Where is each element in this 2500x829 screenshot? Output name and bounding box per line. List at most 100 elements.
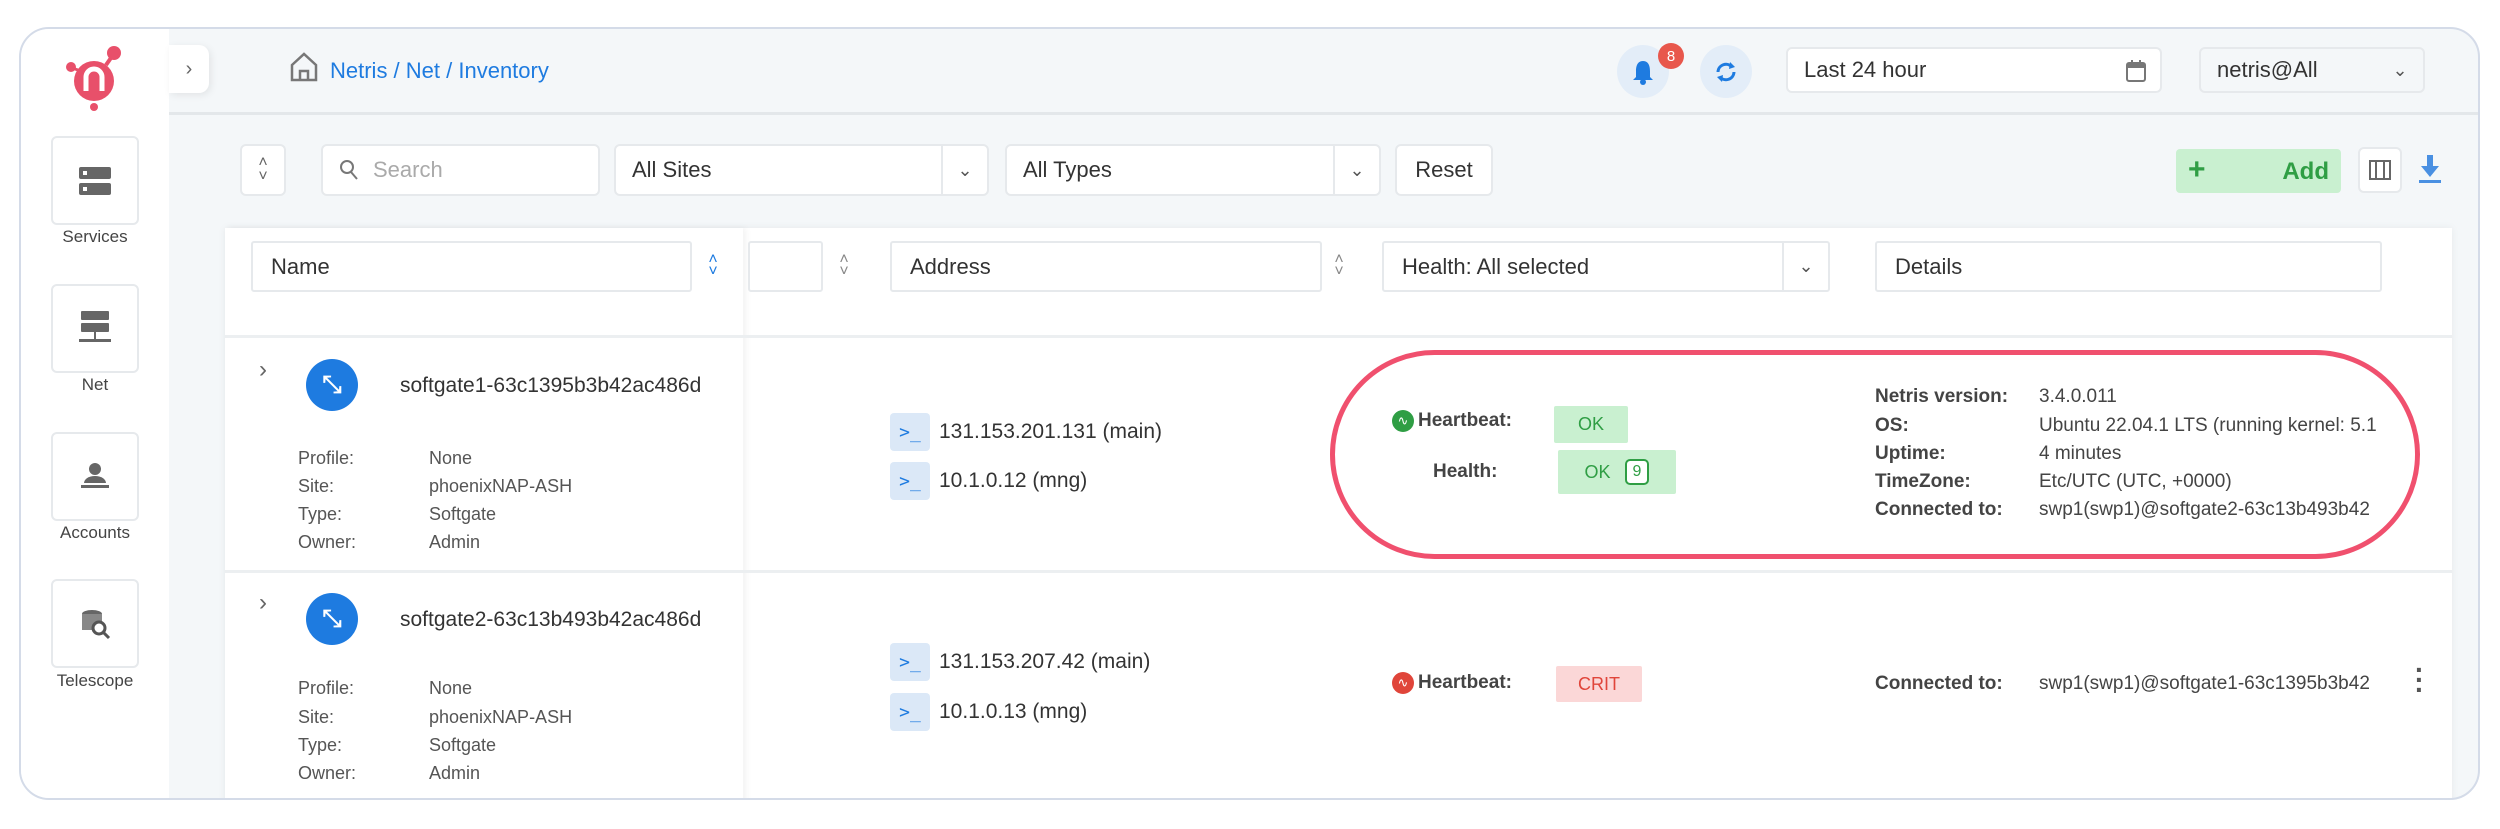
add-button[interactable]: + Add — [2176, 149, 2341, 193]
profile-label: Profile: — [298, 678, 355, 698]
notification-badge: 8 — [1658, 43, 1684, 69]
terminal-icon[interactable]: >_ — [890, 462, 930, 500]
sidebar-item-telescope[interactable] — [51, 579, 139, 668]
owner-value: Admin — [429, 532, 481, 552]
address-mng: 10.1.0.13 (mng) — [939, 700, 1088, 723]
download-icon[interactable] — [2418, 153, 2442, 190]
sidebar-item-services[interactable] — [51, 136, 139, 225]
profile-label: Profile: — [298, 448, 355, 468]
expand-row-chevron-icon[interactable]: › — [259, 589, 267, 617]
sidebar-item-net[interactable] — [51, 284, 139, 373]
sidebar-toggle-button[interactable]: › — [169, 45, 209, 93]
table-row: › ⤡ softgate2-63c13b493b42ac486d Profile… — [225, 573, 2452, 798]
inventory-table: Name ˄ ˅ ˄ ˅ Address ˄ ˅ Health: All select… — [225, 228, 2452, 798]
plus-icon: + — [2188, 153, 2206, 186]
sidebar-label-services: Services — [62, 227, 128, 246]
calendar-icon — [2126, 60, 2146, 82]
column-header-blank[interactable] — [748, 241, 823, 292]
site-label: Site: — [298, 707, 335, 727]
chevron-down-icon: ⌄ — [941, 146, 987, 194]
address-mng: 10.1.0.12 (mng) — [939, 469, 1088, 492]
terminal-icon[interactable]: >_ — [890, 693, 930, 731]
sidebar-label-telescope: Telescope — [56, 671, 134, 690]
chevron-down-icon: ⌄ — [1782, 243, 1828, 290]
tenant-select[interactable]: netris@All ⌄ — [2199, 47, 2425, 93]
app-window: Services Net Accounts Telescope › Netris… — [19, 27, 2480, 800]
sidebar-item-accounts[interactable] — [51, 432, 139, 521]
chevron-down-icon: ⌄ — [1333, 146, 1379, 194]
health-filter-select[interactable]: Health: All selected ⌄ — [1382, 241, 1830, 292]
types-filter-value: All Types — [1023, 157, 1112, 182]
refresh-button[interactable] — [1700, 45, 1752, 98]
top-header: › Netris / Net / Inventory 8 Last 24 hou… — [169, 29, 2478, 115]
heartbeat-crit-icon: ∿ — [1392, 672, 1414, 694]
sites-filter-select[interactable]: All Sites ⌄ — [614, 144, 989, 196]
row-actions-menu-icon[interactable]: · · · — [2415, 656, 2424, 704]
sidebar: Services Net Accounts Telescope — [21, 29, 169, 798]
net-icon — [79, 310, 111, 342]
column-name-label: Name — [271, 253, 330, 279]
softgate-device-icon: ⤡ — [306, 359, 358, 411]
bell-icon — [1633, 60, 1653, 85]
search-placeholder: Search — [373, 157, 443, 182]
add-label: Add — [2282, 158, 2329, 185]
owner-value: Admin — [429, 763, 481, 783]
heartbeat-status-badge: CRIT — [1556, 666, 1642, 702]
terminal-icon[interactable]: >_ — [890, 413, 930, 451]
sort-icon[interactable]: ˄ ˅ — [834, 252, 854, 280]
home-icon[interactable] — [289, 51, 319, 88]
column-health-label: Health: All selected — [1402, 253, 1590, 279]
profile-value: None — [429, 678, 473, 698]
type-label: Type: — [298, 504, 343, 524]
type-value: Softgate — [429, 735, 497, 755]
sort-icon[interactable]: ˄ ˅ — [1329, 252, 1349, 280]
sidebar-label-net: Net — [81, 375, 109, 394]
tenant-value: netris@All — [2217, 57, 2318, 82]
column-details-label: Details — [1895, 253, 1963, 279]
column-header-details: Details — [1875, 241, 2382, 292]
owner-label: Owner: — [298, 532, 357, 552]
netris-logo[interactable] — [61, 43, 131, 118]
telescope-icon — [82, 609, 111, 639]
site-label: Site: — [298, 476, 335, 496]
softgate-device-icon: ⤡ — [306, 593, 358, 645]
highlight-annotation — [1330, 350, 2420, 559]
breadcrumb[interactable]: Netris / Net / Inventory — [330, 58, 549, 84]
chevron-right-icon: › — [185, 57, 193, 80]
profile-value: None — [429, 448, 473, 468]
site-value: phoenixNAP-ASH — [429, 476, 573, 496]
date-range-value: Last 24 hour — [1804, 57, 1927, 82]
heartbeat-label: Heartbeat: — [1418, 672, 1512, 693]
chevron-down-icon: ˅ — [258, 168, 268, 185]
expand-row-chevron-icon[interactable]: › — [259, 356, 267, 384]
date-range-picker[interactable]: Last 24 hour — [1786, 47, 2162, 93]
device-name[interactable]: softgate2-63c13b493b42ac486d — [400, 608, 701, 632]
columns-icon — [2369, 160, 2391, 180]
sort-icon[interactable]: ˄ ˅ — [703, 252, 723, 280]
terminal-icon[interactable]: >_ — [890, 643, 930, 681]
refresh-icon — [1716, 61, 1736, 82]
sites-filter-value: All Sites — [632, 157, 712, 182]
search-input[interactable]: Search — [321, 144, 600, 196]
detail-value: swp1(swp1)@softgate1-63c1395b3b42 — [2039, 673, 2370, 694]
column-header-name[interactable]: Name — [251, 241, 692, 292]
address-main: 131.153.207.42 (main) — [939, 650, 1151, 673]
search-icon — [340, 160, 358, 180]
site-value: phoenixNAP-ASH — [429, 707, 573, 727]
column-header-address[interactable]: Address — [890, 241, 1322, 292]
types-filter-select[interactable]: All Types ⌄ — [1005, 144, 1381, 196]
device-name[interactable]: softgate1-63c1395b3b42ac486d — [400, 374, 701, 398]
expand-collapse-all-button[interactable]: ˄ ˅ — [240, 144, 286, 196]
chevron-down-icon: ⌄ — [2392, 59, 2408, 80]
accounts-icon — [81, 462, 109, 488]
detail-label: Connected to: — [1875, 673, 2003, 694]
columns-button[interactable] — [2358, 147, 2402, 193]
type-label: Type: — [298, 735, 343, 755]
sidebar-label-accounts: Accounts — [60, 523, 130, 542]
type-value: Softgate — [429, 504, 497, 524]
reset-button[interactable]: Reset — [1395, 144, 1493, 196]
table-row: › ⤡ softgate1-63c1395b3b42ac486d Profile… — [225, 338, 2452, 571]
owner-label: Owner: — [298, 763, 357, 783]
services-icon — [79, 166, 111, 195]
address-main: 131.153.201.131 (main) — [939, 420, 1162, 443]
